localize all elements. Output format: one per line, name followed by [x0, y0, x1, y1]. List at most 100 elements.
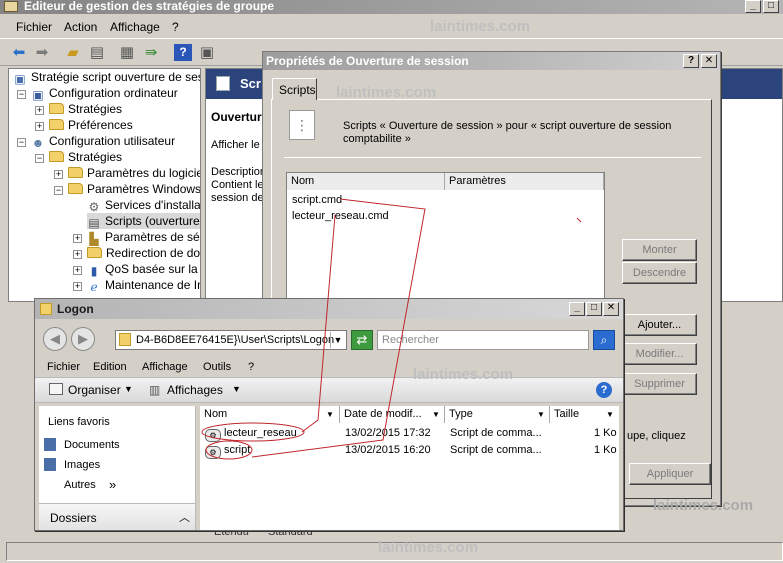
tree-item-computer-policies[interactable]: + Stratégies	[35, 101, 122, 117]
column-date[interactable]: Date de modif... ▼	[340, 406, 445, 423]
maximize-button[interactable]: □	[586, 302, 602, 316]
watermark: laintimes.com	[653, 497, 754, 514]
up-folder-icon[interactable]: ▰	[64, 44, 82, 61]
minimize-button[interactable]: _	[569, 302, 585, 316]
menu-action[interactable]: Action	[64, 20, 97, 34]
organize-button[interactable]: Organiser	[68, 383, 121, 397]
collapse-icon[interactable]: −	[35, 154, 44, 163]
file-size-cell: 1 Ko	[594, 444, 617, 456]
folder-icon	[68, 167, 83, 178]
menu-fichier[interactable]: Fichier	[47, 361, 80, 373]
tree-item-security-settings[interactable]: + ▙ Paramètres de séc	[73, 229, 200, 246]
forward-button[interactable]: ▶	[71, 327, 95, 351]
search-input[interactable]: Rechercher	[377, 330, 589, 350]
watermark: laintimes.com	[413, 366, 514, 383]
move-up-button[interactable]: Monter	[622, 239, 697, 261]
menu-affichage[interactable]: Affichage	[110, 20, 160, 34]
edit-button[interactable]: Modifier...	[622, 343, 697, 365]
chevron-down-icon[interactable]: ▼	[330, 332, 345, 348]
tree-item-computer-config[interactable]: − ▣ Configuration ordinateur	[17, 85, 178, 102]
tree-item-user-policies[interactable]: − Stratégies	[35, 149, 122, 165]
column-type[interactable]: Type ▼	[445, 406, 550, 423]
menu-edition[interactable]: Edition	[93, 361, 127, 373]
tree-item-scripts[interactable]: ▤ Scripts (ouverture/	[87, 213, 200, 230]
tree-item-qos[interactable]: + ▮ QoS basée sur la s	[73, 261, 200, 278]
folders-label: Dossiers	[50, 511, 97, 525]
tree-item-computer-preferences[interactable]: + Préférences	[35, 117, 133, 133]
expand-icon[interactable]: +	[54, 170, 63, 179]
column-parameters[interactable]: Paramètres	[445, 173, 604, 190]
app-icon	[4, 1, 18, 12]
properties-titlebar: Propriétés de Ouverture de session ? ✕	[263, 52, 720, 70]
favorite-images[interactable]: Images	[64, 459, 100, 471]
forward-arrow-icon[interactable]: ➡	[33, 44, 51, 61]
collapse-icon[interactable]: −	[17, 90, 26, 99]
folders-bar[interactable]: Dossiers ︿	[39, 503, 195, 530]
views-button[interactable]: Affichages	[167, 383, 223, 397]
show-link[interactable]: Afficher le	[211, 139, 260, 151]
view-icon[interactable]: ▣	[198, 44, 216, 61]
back-button[interactable]: ◀	[43, 327, 67, 351]
tree-item-user-config[interactable]: − ☻ Configuration utilisateur	[17, 133, 175, 150]
apply-button[interactable]: Appliquer	[629, 463, 711, 485]
chevron-down-icon[interactable]: ▼	[124, 384, 133, 394]
tab-scripts[interactable]: Scripts	[272, 78, 317, 100]
menu-outils[interactable]: Outils	[203, 361, 231, 373]
tree-item-software-settings[interactable]: + Paramètres du logiciel	[54, 165, 200, 181]
tree-item-folder-redirection[interactable]: +Redirection de doss	[73, 245, 200, 261]
expand-icon[interactable]: +	[35, 122, 44, 131]
tree-item-windows-settings[interactable]: − Paramètres Windows	[54, 181, 200, 197]
back-arrow-icon[interactable]: ⬅	[10, 44, 28, 61]
remove-button[interactable]: Supprimer	[622, 373, 697, 395]
column-name[interactable]: Nom	[287, 173, 445, 190]
export-icon[interactable]: ⇛	[142, 44, 160, 61]
search-icon[interactable]: ⌕	[593, 330, 615, 350]
maximize-button[interactable]: □	[763, 0, 779, 13]
column-size[interactable]: Taille ▼	[550, 406, 619, 423]
more-glyph[interactable]: »	[109, 477, 116, 492]
help-button[interactable]: ?	[683, 54, 699, 68]
expand-icon[interactable]: +	[73, 282, 82, 291]
properties-title: Propriétés de Ouverture de session	[266, 54, 469, 68]
help-icon[interactable]: ?	[596, 382, 612, 398]
column-name[interactable]: Nom ▼	[200, 406, 340, 423]
expand-icon[interactable]: +	[35, 106, 44, 115]
menu-help[interactable]: ?	[248, 361, 254, 373]
favorite-documents[interactable]: Documents	[64, 439, 120, 451]
table-row[interactable]: ⚙ lecteur_reseau 13/02/2015 17:32 Script …	[200, 425, 619, 442]
collapse-icon[interactable]: −	[54, 186, 63, 195]
show-tree-icon[interactable]: ▤	[88, 44, 106, 61]
chevron-down-icon[interactable]: ▼	[232, 384, 241, 394]
close-button[interactable]: ✕	[701, 54, 717, 68]
description-line: Description	[211, 166, 267, 178]
collapse-icon[interactable]: −	[17, 138, 26, 147]
tree-item-install-services[interactable]: ⚙ Services d'installati	[87, 197, 200, 214]
watermark: laintimes.com	[336, 84, 437, 101]
organize-icon	[49, 383, 63, 395]
move-down-button[interactable]: Descendre	[622, 262, 697, 284]
logon-title: Logon	[57, 302, 94, 316]
tree-item-policy-root[interactable]: ▣ Stratégie script ouverture de sessi	[13, 69, 200, 86]
help-icon[interactable]: ?	[174, 44, 192, 61]
menu-help[interactable]: ?	[172, 20, 179, 34]
tree-item-ie-maintenance[interactable]: + ℯ Maintenance de In	[73, 277, 200, 294]
main-titlebar: Editeur de gestion des stratégies de gro…	[0, 0, 783, 14]
menu-fichier[interactable]: Fichier	[16, 20, 52, 34]
close-button[interactable]: ✕	[603, 302, 619, 316]
properties-icon[interactable]: ▦	[118, 44, 136, 61]
add-button[interactable]: Ajouter...	[622, 314, 697, 336]
expand-icon[interactable]: +	[73, 250, 82, 259]
favorite-more[interactable]: Autres	[64, 479, 96, 491]
address-bar[interactable]: D4-B6D8EE76415E}\User\Scripts\Logon ▼	[115, 330, 347, 350]
refresh-icon[interactable]: ⇄	[351, 330, 373, 350]
chevron-up-icon[interactable]: ︿	[179, 509, 190, 525]
menu-affichage[interactable]: Affichage	[142, 361, 188, 373]
list-item[interactable]: script.cmd	[292, 194, 342, 206]
minimize-button[interactable]: _	[745, 0, 761, 13]
file-list-header: Nom ▼ Date de modif... ▼ Type ▼ Taille ▼	[200, 406, 619, 423]
expand-icon[interactable]: +	[73, 234, 82, 243]
list-item[interactable]: lecteur_reseau.cmd	[292, 210, 389, 222]
ie-maintenance-icon: ℯ	[90, 280, 98, 294]
table-row[interactable]: ⚙ script 13/02/2015 16:20 Script de comma…	[200, 442, 619, 459]
expand-icon[interactable]: +	[73, 266, 82, 275]
